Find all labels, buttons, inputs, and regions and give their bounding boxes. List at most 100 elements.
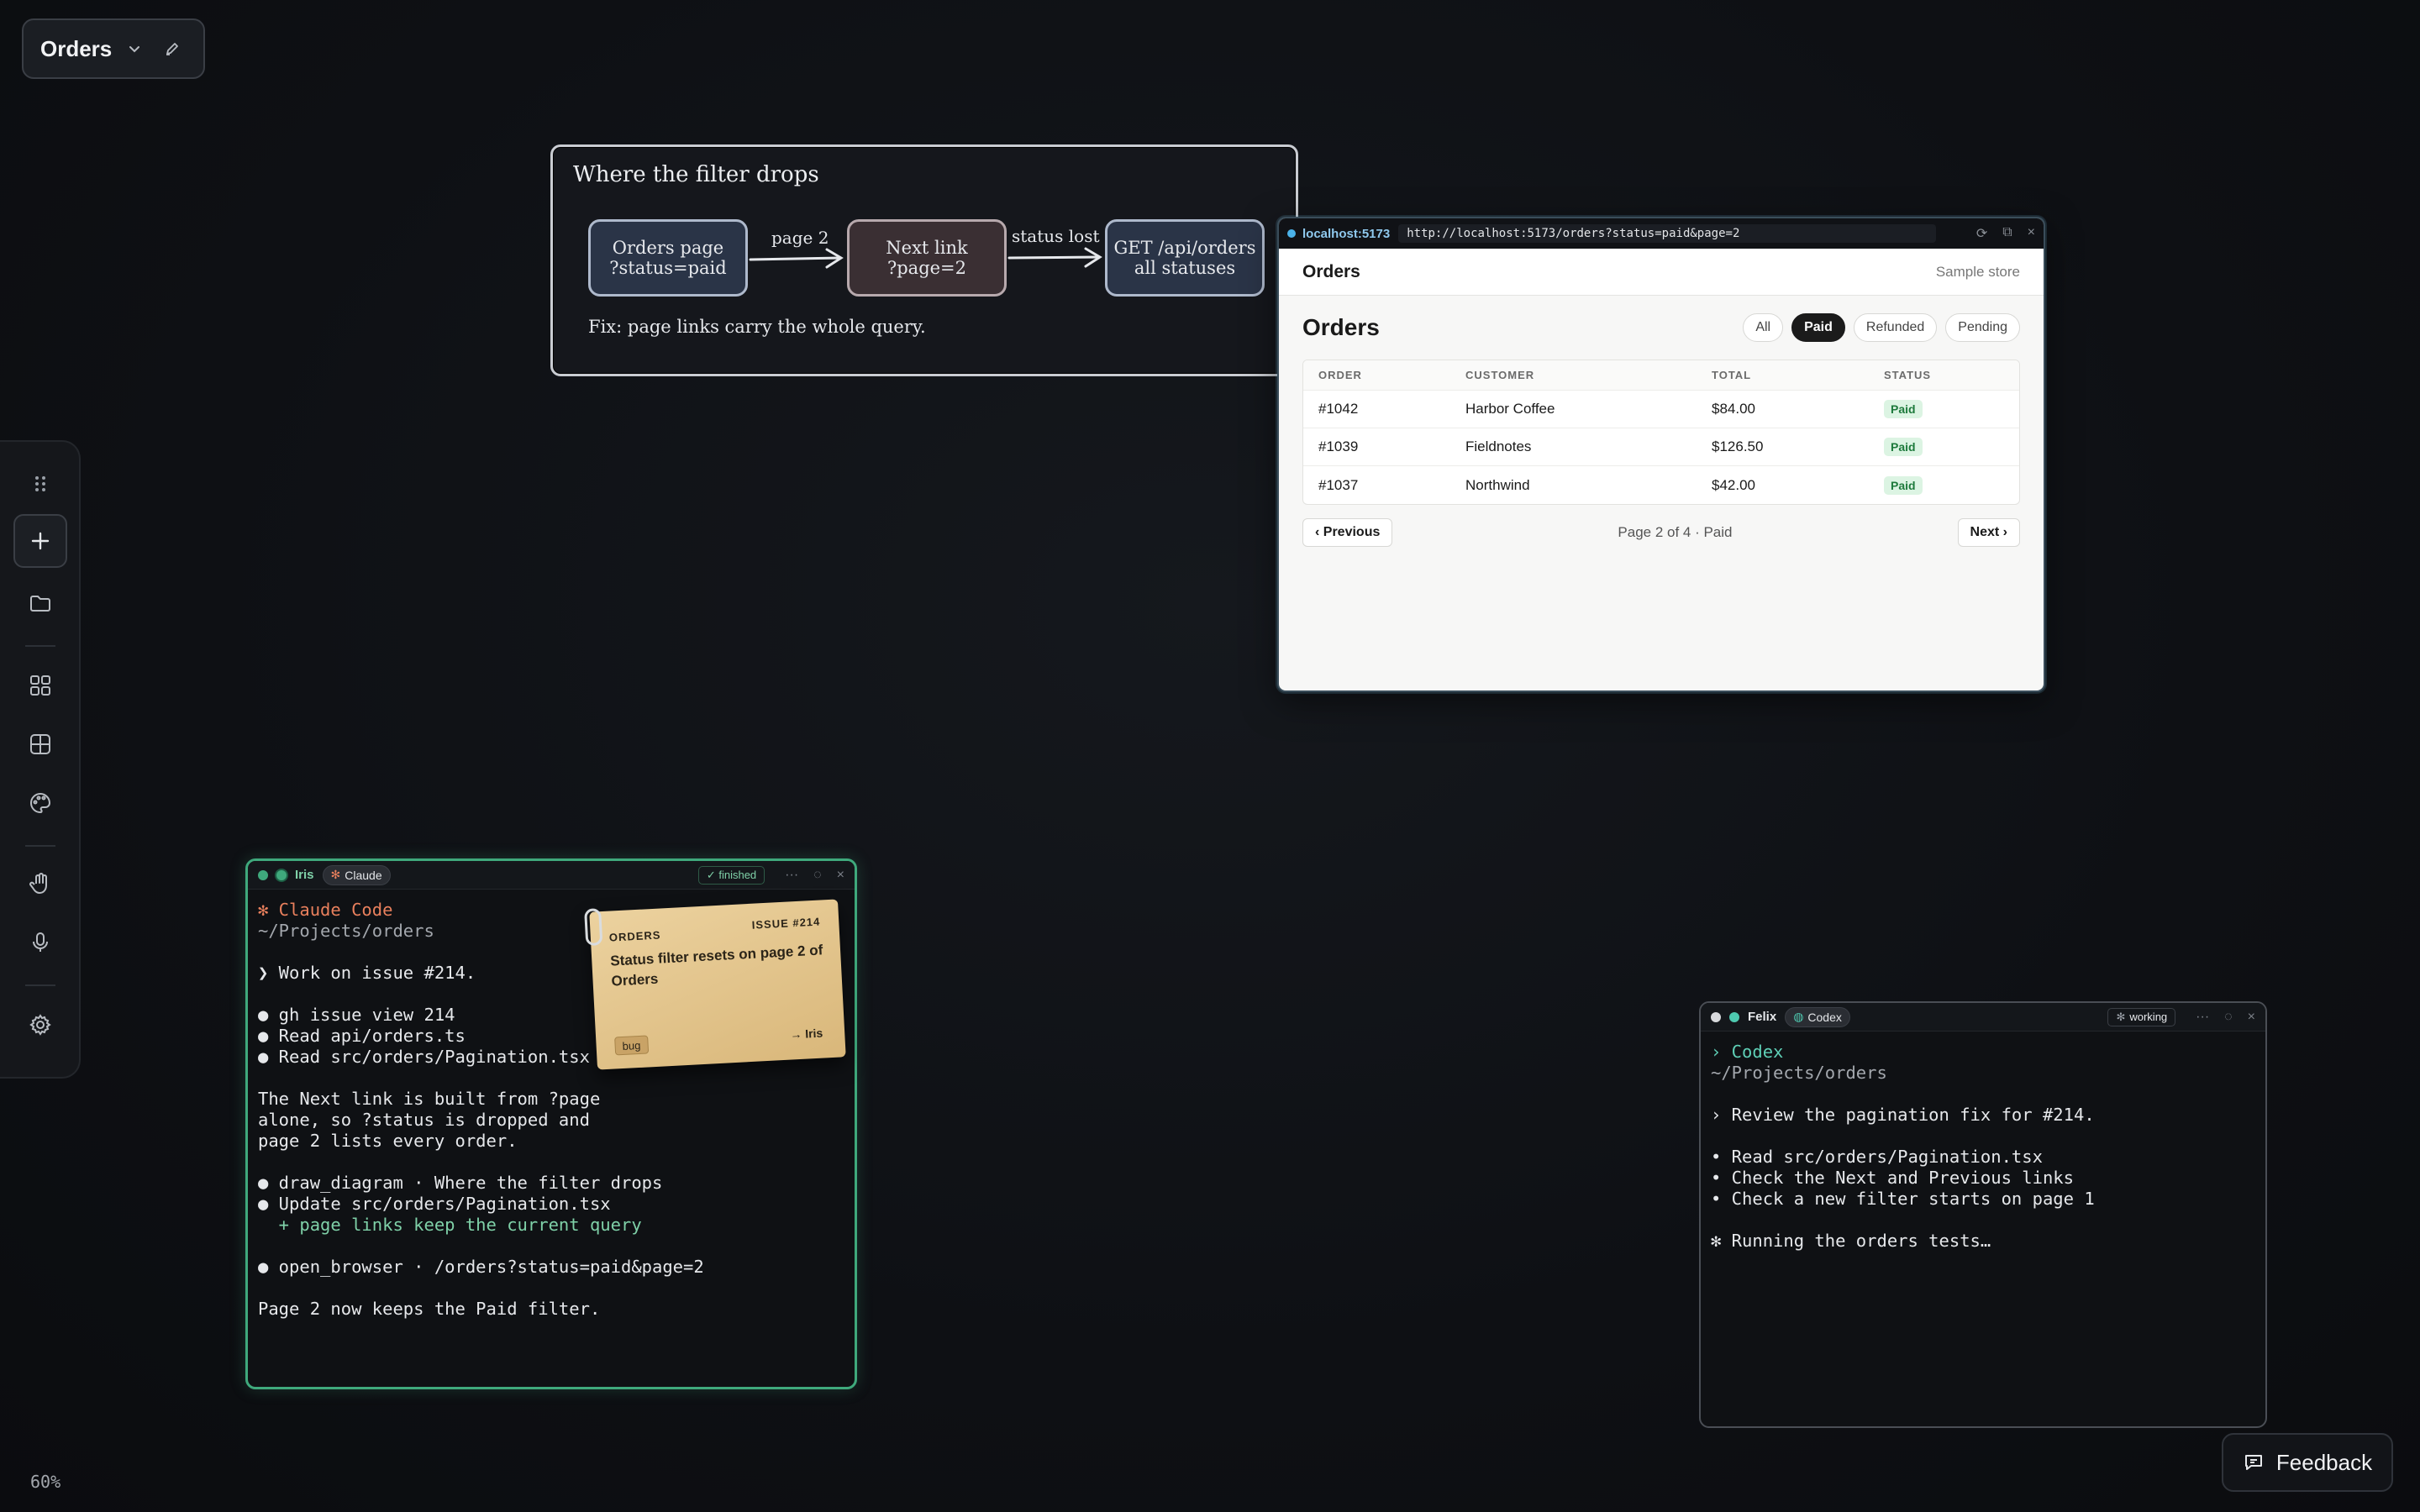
- plus-icon: [31, 532, 50, 550]
- next-button[interactable]: Next ›: [1957, 518, 2020, 547]
- layout-button[interactable]: [13, 717, 67, 771]
- reload-icon[interactable]: ⟳: [1976, 225, 1987, 242]
- chat-icon: [2244, 1455, 2262, 1470]
- expand-icon[interactable]: ◌: [2224, 1010, 2233, 1025]
- status-badge: Paid: [1884, 475, 1923, 495]
- edit-icon[interactable]: [164, 40, 181, 57]
- settings-button[interactable]: [13, 998, 67, 1052]
- drag-handle-icon[interactable]: [13, 457, 67, 511]
- site-brand[interactable]: Orders: [1302, 262, 1360, 282]
- close-icon[interactable]: ×: [2028, 225, 2035, 242]
- status-dot: [1711, 1011, 1721, 1022]
- feedback-button[interactable]: Feedback: [2222, 1433, 2393, 1492]
- model-tag: ✻ Claude: [322, 864, 391, 885]
- expand-icon[interactable]: ◌: [813, 868, 822, 883]
- close-icon[interactable]: ×: [2248, 1010, 2255, 1025]
- terminal-titlebar: Felix ◍ Codex ✻ working ··· ◌ ×: [1701, 1003, 2265, 1032]
- workspace-switcher[interactable]: Orders: [22, 18, 205, 79]
- status-dot: [258, 869, 268, 880]
- browser-host: localhost:5173: [1287, 227, 1390, 241]
- issue-number: ISSUE #214: [751, 915, 821, 932]
- folder-icon: [30, 596, 50, 612]
- url-bar[interactable]: http://localhost:5173/orders?status=paid…: [1398, 224, 1937, 243]
- browser-window[interactable]: localhost:5173 http://localhost:5173/ord…: [1277, 217, 2045, 692]
- terminal-line: ● Update src/orders/Pagination.tsx: [258, 1194, 611, 1214]
- zoom-level[interactable]: 60%: [30, 1472, 60, 1492]
- add-button[interactable]: [13, 514, 67, 568]
- filter-refunded[interactable]: Refunded: [1853, 313, 1938, 342]
- previous-button[interactable]: ‹ Previous: [1302, 518, 1393, 547]
- diagram-note: Fix: page links carry the whole query.: [588, 317, 926, 337]
- apps-icon: [30, 675, 50, 696]
- more-icon[interactable]: ···: [785, 868, 798, 883]
- agent-avatar: [276, 869, 287, 880]
- total: $126.50: [1712, 438, 1764, 454]
- external-link-icon[interactable]: ⧉: [2002, 225, 2012, 242]
- terminal-line: ● open_browser · /orders?status=paid&pag…: [258, 1257, 704, 1277]
- table-header: ORDER CUSTOMER TOTAL STATUS: [1303, 360, 2019, 391]
- model-name: Codex: [1807, 1010, 1842, 1024]
- filter-paid[interactable]: Paid: [1791, 313, 1845, 342]
- filter-pending[interactable]: Pending: [1945, 313, 2020, 342]
- status-dot: [1287, 229, 1296, 238]
- column-header: ORDER: [1318, 369, 1362, 381]
- chevron-down-icon[interactable]: [127, 41, 142, 56]
- order-id: #1037: [1318, 476, 1359, 493]
- store-label: Sample store: [1935, 263, 2020, 280]
- terminal-line: › Review the pagination fix for #214.: [1711, 1105, 2095, 1125]
- page-info: Page 2 of 4 · Paid: [1618, 524, 1733, 540]
- agent-name: Felix: [1748, 1010, 1777, 1024]
- terminal-line: ● draw_diagram · Where the filter drops: [258, 1173, 663, 1193]
- terminal-line: • Check the Next and Previous links: [1711, 1168, 2074, 1188]
- palette-icon: [30, 792, 51, 814]
- microphone-icon: [33, 932, 48, 952]
- order-id: #1042: [1318, 401, 1359, 417]
- folder-button[interactable]: [13, 576, 67, 630]
- column-header: STATUS: [1884, 369, 1932, 381]
- terminal-output[interactable]: › Codex ~/Projects/orders › Review the pag…: [1701, 1032, 2265, 1262]
- gear-icon: [29, 1014, 51, 1036]
- terminal-line: Page 2 now keeps the Paid filter.: [258, 1299, 601, 1319]
- hand-icon: [29, 873, 47, 894]
- microphone-button[interactable]: [13, 916, 67, 969]
- terminal-line: ~/Projects/orders: [1711, 1063, 1887, 1083]
- filter-all[interactable]: All: [1743, 313, 1784, 342]
- diagram-card[interactable]: Where the filter drops Orders page ?stat…: [550, 144, 1298, 376]
- claude-icon: ✻: [330, 868, 341, 881]
- left-toolbar: [0, 440, 81, 1079]
- agent-avatar: [1729, 1011, 1739, 1022]
- table-row[interactable]: #1039 Fieldnotes $126.50 Paid: [1303, 428, 2019, 466]
- theme-button[interactable]: [13, 776, 67, 830]
- apps-button[interactable]: [13, 659, 67, 712]
- host-label: localhost:5173: [1302, 226, 1391, 241]
- edge-label: status lost: [1012, 226, 1100, 246]
- browser-toolbar: localhost:5173 http://localhost:5173/ord…: [1279, 218, 2044, 249]
- customer: Fieldnotes: [1465, 438, 1532, 454]
- status-badge: ✻ working: [2107, 1007, 2176, 1026]
- pan-tool-button[interactable]: [13, 857, 67, 911]
- terminal-felix[interactable]: Felix ◍ Codex ✻ working ··· ◌ × › Codex ~/P…: [1699, 1001, 2267, 1428]
- column-header: CUSTOMER: [1465, 369, 1535, 381]
- close-icon[interactable]: ×: [837, 868, 844, 883]
- orders-table: ORDER CUSTOMER TOTAL STATUS #1042 Harbor…: [1302, 360, 2020, 505]
- terminal-titlebar: Iris ✻ Claude ✓ finished ··· ◌ ×: [248, 861, 855, 890]
- terminal-line: • Check a new filter starts on page 1: [1711, 1189, 2095, 1209]
- status-badge: Paid: [1884, 400, 1923, 418]
- issue-assignee: → Iris: [789, 1026, 823, 1042]
- table-row[interactable]: #1042 Harbor Coffee $84.00 Paid: [1303, 391, 2019, 428]
- terminal-line: • Read src/orders/Pagination.tsx: [1711, 1147, 2043, 1167]
- more-icon[interactable]: ···: [2196, 1010, 2209, 1025]
- table-row[interactable]: #1037 Northwind $42.00 Paid: [1303, 466, 2019, 504]
- grid-icon: [30, 734, 50, 754]
- terminal-line: › Codex: [1711, 1042, 1784, 1062]
- pagination: ‹ Previous Page 2 of 4 · Paid Next ›: [1302, 518, 2020, 547]
- issue-sticky-note[interactable]: ORDERS ISSUE #214 Status filter resets o…: [584, 899, 846, 1070]
- spinner-icon: ✻: [2116, 1010, 2126, 1023]
- note-category: ORDERS: [608, 928, 661, 944]
